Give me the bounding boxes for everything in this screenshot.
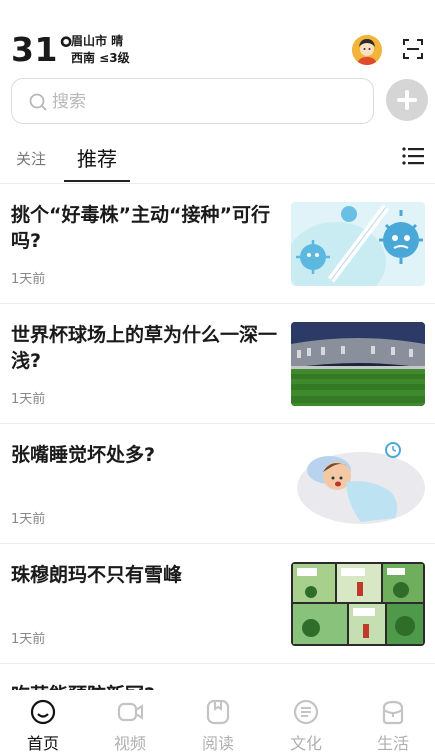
tab-recommend[interactable]: 推荐	[77, 143, 117, 172]
nav-culture[interactable]: 文化	[276, 698, 336, 754]
article-thumbnail[interactable]	[291, 322, 425, 406]
article-thumbnail[interactable]	[291, 202, 425, 286]
article-thumbnail[interactable]	[291, 442, 425, 526]
article-title[interactable]: 挑个“好毒株”主动“接种”可行吗?	[11, 202, 281, 254]
tab-bar: 关注 推荐	[0, 138, 435, 184]
article-time: 1天前	[11, 632, 46, 647]
article-title[interactable]: 张嘴睡觉坏处多?	[11, 442, 281, 468]
search-input[interactable]: 搜索	[52, 91, 86, 113]
nav-home-label: 首页	[26, 734, 59, 753]
menu-list-icon[interactable]	[402, 146, 424, 166]
virus-illustration-image	[291, 202, 425, 286]
bottom-nav: 首页 视频 阅读 文化 生活	[0, 690, 435, 756]
nav-read[interactable]: 阅读	[188, 698, 248, 754]
stadium-photo-image	[291, 322, 425, 406]
tab-follow[interactable]: 关注	[16, 148, 46, 169]
list-item[interactable]: 珠穆朗玛不只有雪峰 1天前	[0, 543, 435, 663]
article-time: 1天前	[11, 392, 46, 407]
list-item[interactable]: 挑个“好毒株”主动“接种”可行吗? 1天前	[0, 183, 435, 303]
scan-icon[interactable]	[402, 38, 424, 60]
article-title[interactable]: 世界杯球场上的草为什么一深一浅?	[11, 322, 281, 374]
list-item[interactable]: 世界杯球场上的草为什么一深一浅? 1天前	[0, 303, 435, 423]
temperature: 31°	[11, 30, 75, 69]
weather-info[interactable]: 眉山市 晴 西南 ≤3级	[71, 33, 130, 67]
document-icon	[293, 699, 319, 725]
sleeping-child-illustration-image	[291, 442, 425, 526]
nav-home[interactable]: 首页	[13, 698, 73, 754]
list-item[interactable]: 张嘴睡觉坏处多? 1天前	[0, 423, 435, 543]
book-icon	[206, 699, 230, 725]
nav-life-label: 生活	[376, 734, 409, 753]
search-icon	[29, 93, 47, 111]
tab-indicator	[64, 180, 130, 182]
wind-level: 西南 ≤3级	[71, 51, 130, 65]
article-time: 1天前	[11, 272, 46, 287]
nav-life[interactable]: 生活	[363, 698, 423, 754]
article-thumbnail[interactable]	[291, 562, 425, 646]
nav-video-label: 视频	[113, 734, 146, 753]
article-time: 1天前	[11, 512, 46, 527]
nav-read-label: 阅读	[201, 734, 234, 753]
add-channel-button[interactable]	[386, 79, 428, 121]
weather-header: 31° 眉山市 晴 西南 ≤3级	[0, 28, 435, 74]
article-title[interactable]: 珠穆朗玛不只有雪峰	[11, 562, 281, 588]
nav-video[interactable]: 视频	[100, 698, 160, 754]
life-icon	[382, 700, 404, 725]
search-box[interactable]: 搜索	[11, 78, 374, 124]
avatar[interactable]	[352, 35, 382, 65]
nav-culture-label: 文化	[289, 734, 322, 753]
user-avatar-icon	[352, 35, 382, 65]
comic-strip-image	[291, 562, 425, 646]
city-weather: 眉山市 晴	[71, 34, 124, 48]
home-icon	[30, 699, 56, 725]
video-icon	[117, 702, 143, 722]
